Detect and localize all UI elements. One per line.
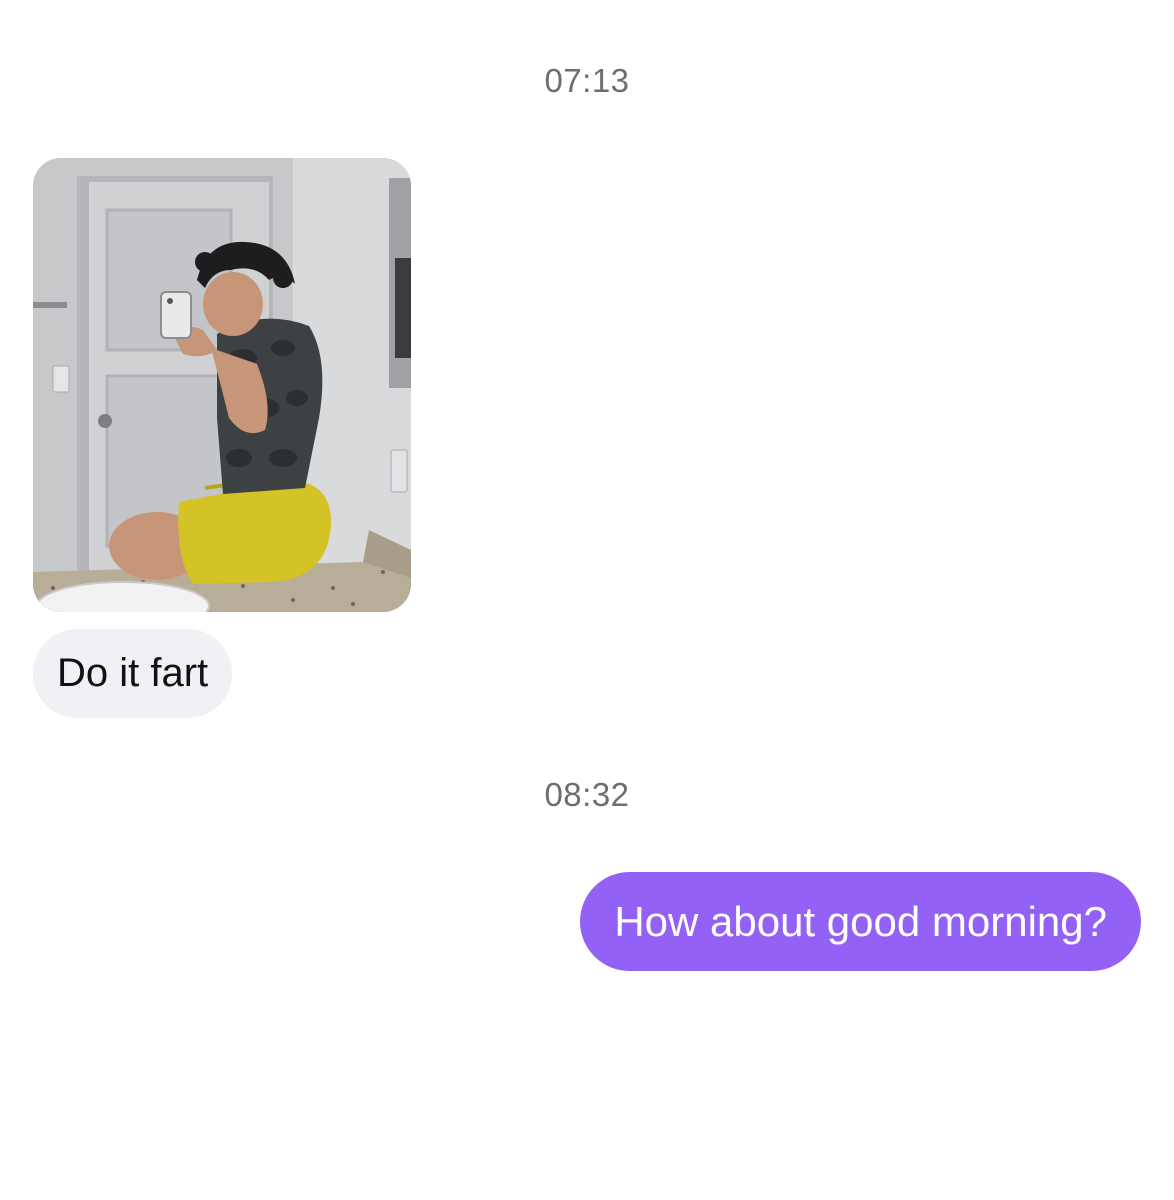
outgoing-message-bubble[interactable]: How about good morning?: [580, 872, 1141, 971]
incoming-message-bubble[interactable]: Do it fart: [33, 629, 233, 718]
timestamp: 07:13: [544, 62, 630, 99]
photo-attachment[interactable]: [33, 158, 411, 612]
timestamp: 08:32: [544, 776, 630, 813]
